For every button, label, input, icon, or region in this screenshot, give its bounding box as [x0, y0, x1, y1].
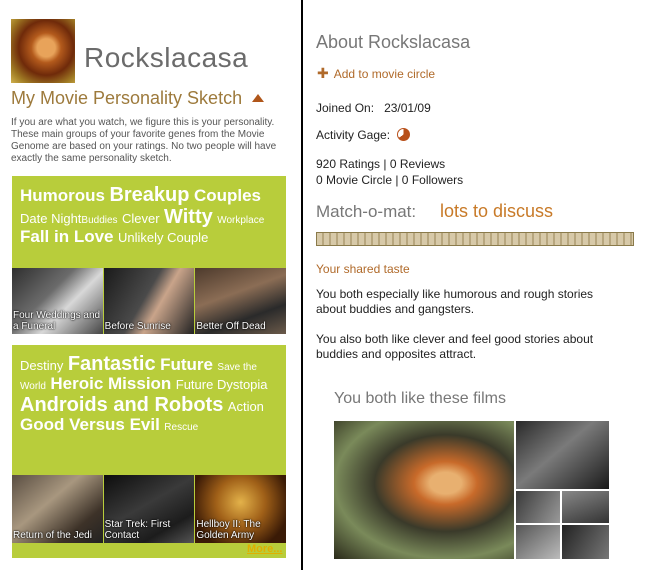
film-title: Hellboy II: The Golden Army — [196, 519, 261, 541]
film-tile[interactable]: Hellboy II: The Golden Army — [195, 475, 287, 543]
about-title: About Rockslacasa — [316, 32, 471, 52]
tag[interactable]: Good Versus Evil — [20, 415, 160, 434]
avatar[interactable] — [11, 19, 75, 83]
tag[interactable]: Heroic Mission — [50, 374, 171, 393]
film-title: Four Weddings and a Funeral — [13, 310, 101, 332]
tag[interactable]: Fall in Love — [20, 227, 114, 246]
tag-cloud-1: Humorous Breakup Couples Date NightBuddi… — [12, 176, 286, 247]
tag[interactable]: Fantastic — [68, 353, 156, 375]
personality-group-1: Humorous Breakup Couples Date NightBuddi… — [12, 176, 287, 334]
film-tiles-2: Return of the Jedi Star Trek: First Cont… — [12, 475, 287, 543]
personality-group-2: Destiny Fantastic Future Save the World … — [12, 345, 287, 558]
tag-cloud-2: Destiny Fantastic Future Save the World … — [12, 345, 286, 434]
tag[interactable]: Witty — [164, 206, 213, 228]
add-to-circle-link[interactable]: ✚ Add to movie circle — [317, 65, 435, 82]
personality-column: Rockslacasa My Movie Personality Sketch … — [0, 0, 300, 570]
film-tile[interactable]: Better Off Dead — [195, 268, 287, 334]
shared-films-collage — [334, 421, 609, 559]
sketch-description: If you are what you watch, we figure thi… — [11, 117, 277, 164]
activity-gage-icon — [397, 128, 411, 141]
column-divider — [301, 0, 303, 570]
tag[interactable]: Clever — [122, 211, 160, 226]
tag[interactable]: Buddies — [81, 215, 117, 226]
add-circle-label: Add to movie circle — [333, 67, 436, 81]
tag[interactable]: Rescue — [164, 422, 198, 433]
username: Rockslacasa — [84, 42, 249, 73]
shared-film-image[interactable] — [516, 421, 609, 489]
tag[interactable]: Breakup — [109, 184, 189, 206]
about-column: About Rockslacasa ✚ Add to movie circle J… — [305, 0, 646, 570]
activity-gage: Activity Gage: — [316, 128, 411, 142]
plus-icon: ✚ — [317, 65, 329, 81]
shared-taste-title: Your shared taste — [316, 262, 410, 276]
joined-label: Joined On: — [316, 101, 375, 115]
joined-on: Joined On: 23/01/09 — [316, 101, 431, 115]
match-meter — [316, 232, 634, 246]
tag[interactable]: Future Dystopia — [176, 377, 268, 392]
shared-film-image[interactable] — [516, 525, 560, 559]
more-link[interactable]: More... — [247, 543, 282, 555]
film-title: Before Sunrise — [104, 321, 171, 332]
shared-film-image[interactable] — [516, 491, 560, 523]
shared-taste-text-2: You also both like clever and feel good … — [316, 332, 594, 361]
tag[interactable]: Workplace — [217, 215, 264, 226]
shared-taste-text-1: You both especially like humorous and ro… — [316, 287, 594, 316]
match-o-mat-value: lots to discuss — [440, 201, 554, 221]
tag[interactable]: Unlikely Couple — [118, 230, 208, 245]
film-title: Return of the Jedi — [13, 530, 92, 541]
shared-film-main-image[interactable] — [334, 421, 514, 559]
film-title: Better Off Dead — [196, 321, 266, 332]
shared-film-image[interactable] — [562, 491, 609, 523]
tag[interactable]: Destiny — [20, 358, 63, 373]
tag[interactable]: Date Night — [20, 211, 81, 226]
film-tile[interactable]: Return of the Jedi — [12, 475, 104, 543]
match-o-mat-label: Match-o-mat: — [316, 202, 417, 221]
film-title: Star Trek: First Contact — [104, 519, 171, 541]
tag[interactable]: Androids and Robots — [20, 394, 223, 416]
shared-films-title: You both like these films — [334, 390, 506, 407]
circles-count: 0 Movie Circle | 0 Followers — [316, 173, 464, 187]
tag[interactable]: Future — [160, 355, 213, 374]
film-tile[interactable]: Before Sunrise — [103, 268, 196, 334]
joined-value: 23/01/09 — [384, 101, 431, 115]
activity-label: Activity Gage: — [316, 128, 391, 142]
tag[interactable]: Humorous — [20, 186, 105, 205]
sketch-title: My Movie Personality Sketch — [11, 88, 243, 108]
tag[interactable]: Couples — [194, 186, 261, 205]
collapse-arrow-icon[interactable] — [252, 94, 264, 102]
film-tile[interactable]: Four Weddings and a Funeral — [12, 268, 104, 334]
shared-film-image[interactable] — [562, 525, 609, 559]
film-tile[interactable]: Star Trek: First Contact — [103, 475, 196, 543]
tag[interactable]: Action — [228, 399, 264, 414]
ratings-count: 920 Ratings | 0 Reviews — [316, 157, 446, 171]
film-tiles-1: Four Weddings and a Funeral Before Sunri… — [12, 268, 287, 334]
